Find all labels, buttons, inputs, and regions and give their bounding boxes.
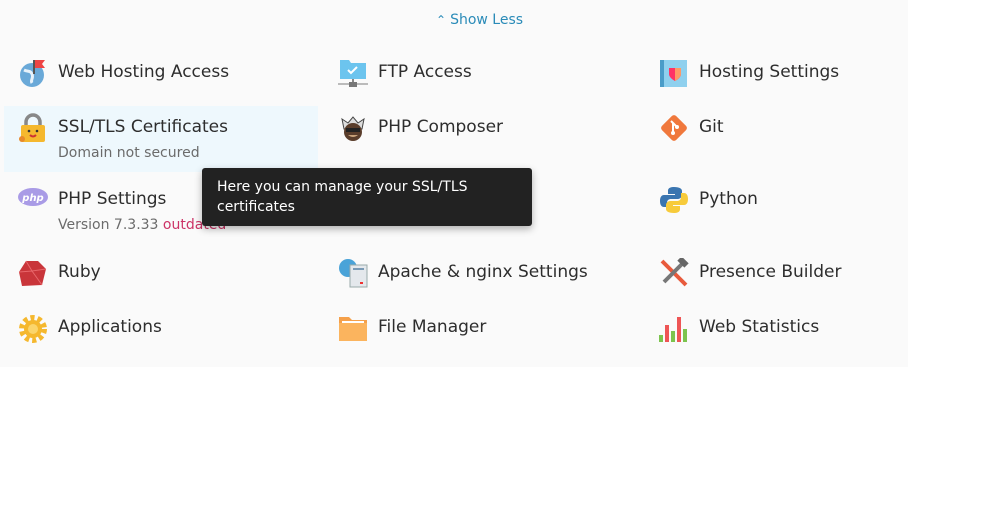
hosting-settings-icon [660,60,687,87]
ssl-tooltip: Here you can manage your SSL/TLS certifi… [202,168,532,226]
tools-icon [660,258,689,287]
tools-panel: ⌃ Show Less Web Hosting Access FTP Access… [0,0,908,367]
bar-chart-icon [659,317,687,342]
ruby-icon [18,260,47,286]
item-label: Python [699,189,758,209]
item-label: Presence Builder [699,262,842,282]
item-label: Git [699,117,724,137]
chevron-up-icon: ⌃ [436,13,447,27]
item-label: Applications [58,317,162,337]
svg-text:php: php [21,193,43,204]
item-label: FTP Access [378,62,472,82]
git-icon [661,115,687,141]
folder-icon [339,317,367,341]
item-label: File Manager [378,317,487,337]
lock-icon [19,113,45,142]
python-icon [660,187,688,213]
ftp-folder-icon [338,60,368,87]
php-version-text: Version 7.3.33 [58,217,159,233]
item-label: Apache & nginx Settings [378,262,588,282]
globe-flag-icon [20,60,45,87]
apache-nginx-icon [339,259,368,288]
php-icon: php [18,188,48,206]
show-less-link[interactable]: ⌃ Show Less [436,12,523,28]
item-label: Web Statistics [699,317,820,337]
item-label: SSL/TLS Certificates [58,117,228,137]
item-label: PHP Settings [58,189,167,209]
item-label: PHP Composer [378,117,504,137]
item-label: Hosting Settings [699,62,840,82]
ssl-status: Domain not secured [58,145,200,161]
composer-icon [341,116,365,141]
show-less-label: Show Less [450,12,524,28]
item-label: Ruby [58,262,101,282]
hover-highlight [4,106,318,172]
gear-icon [19,315,47,343]
item-label: Web Hosting Access [58,62,230,82]
